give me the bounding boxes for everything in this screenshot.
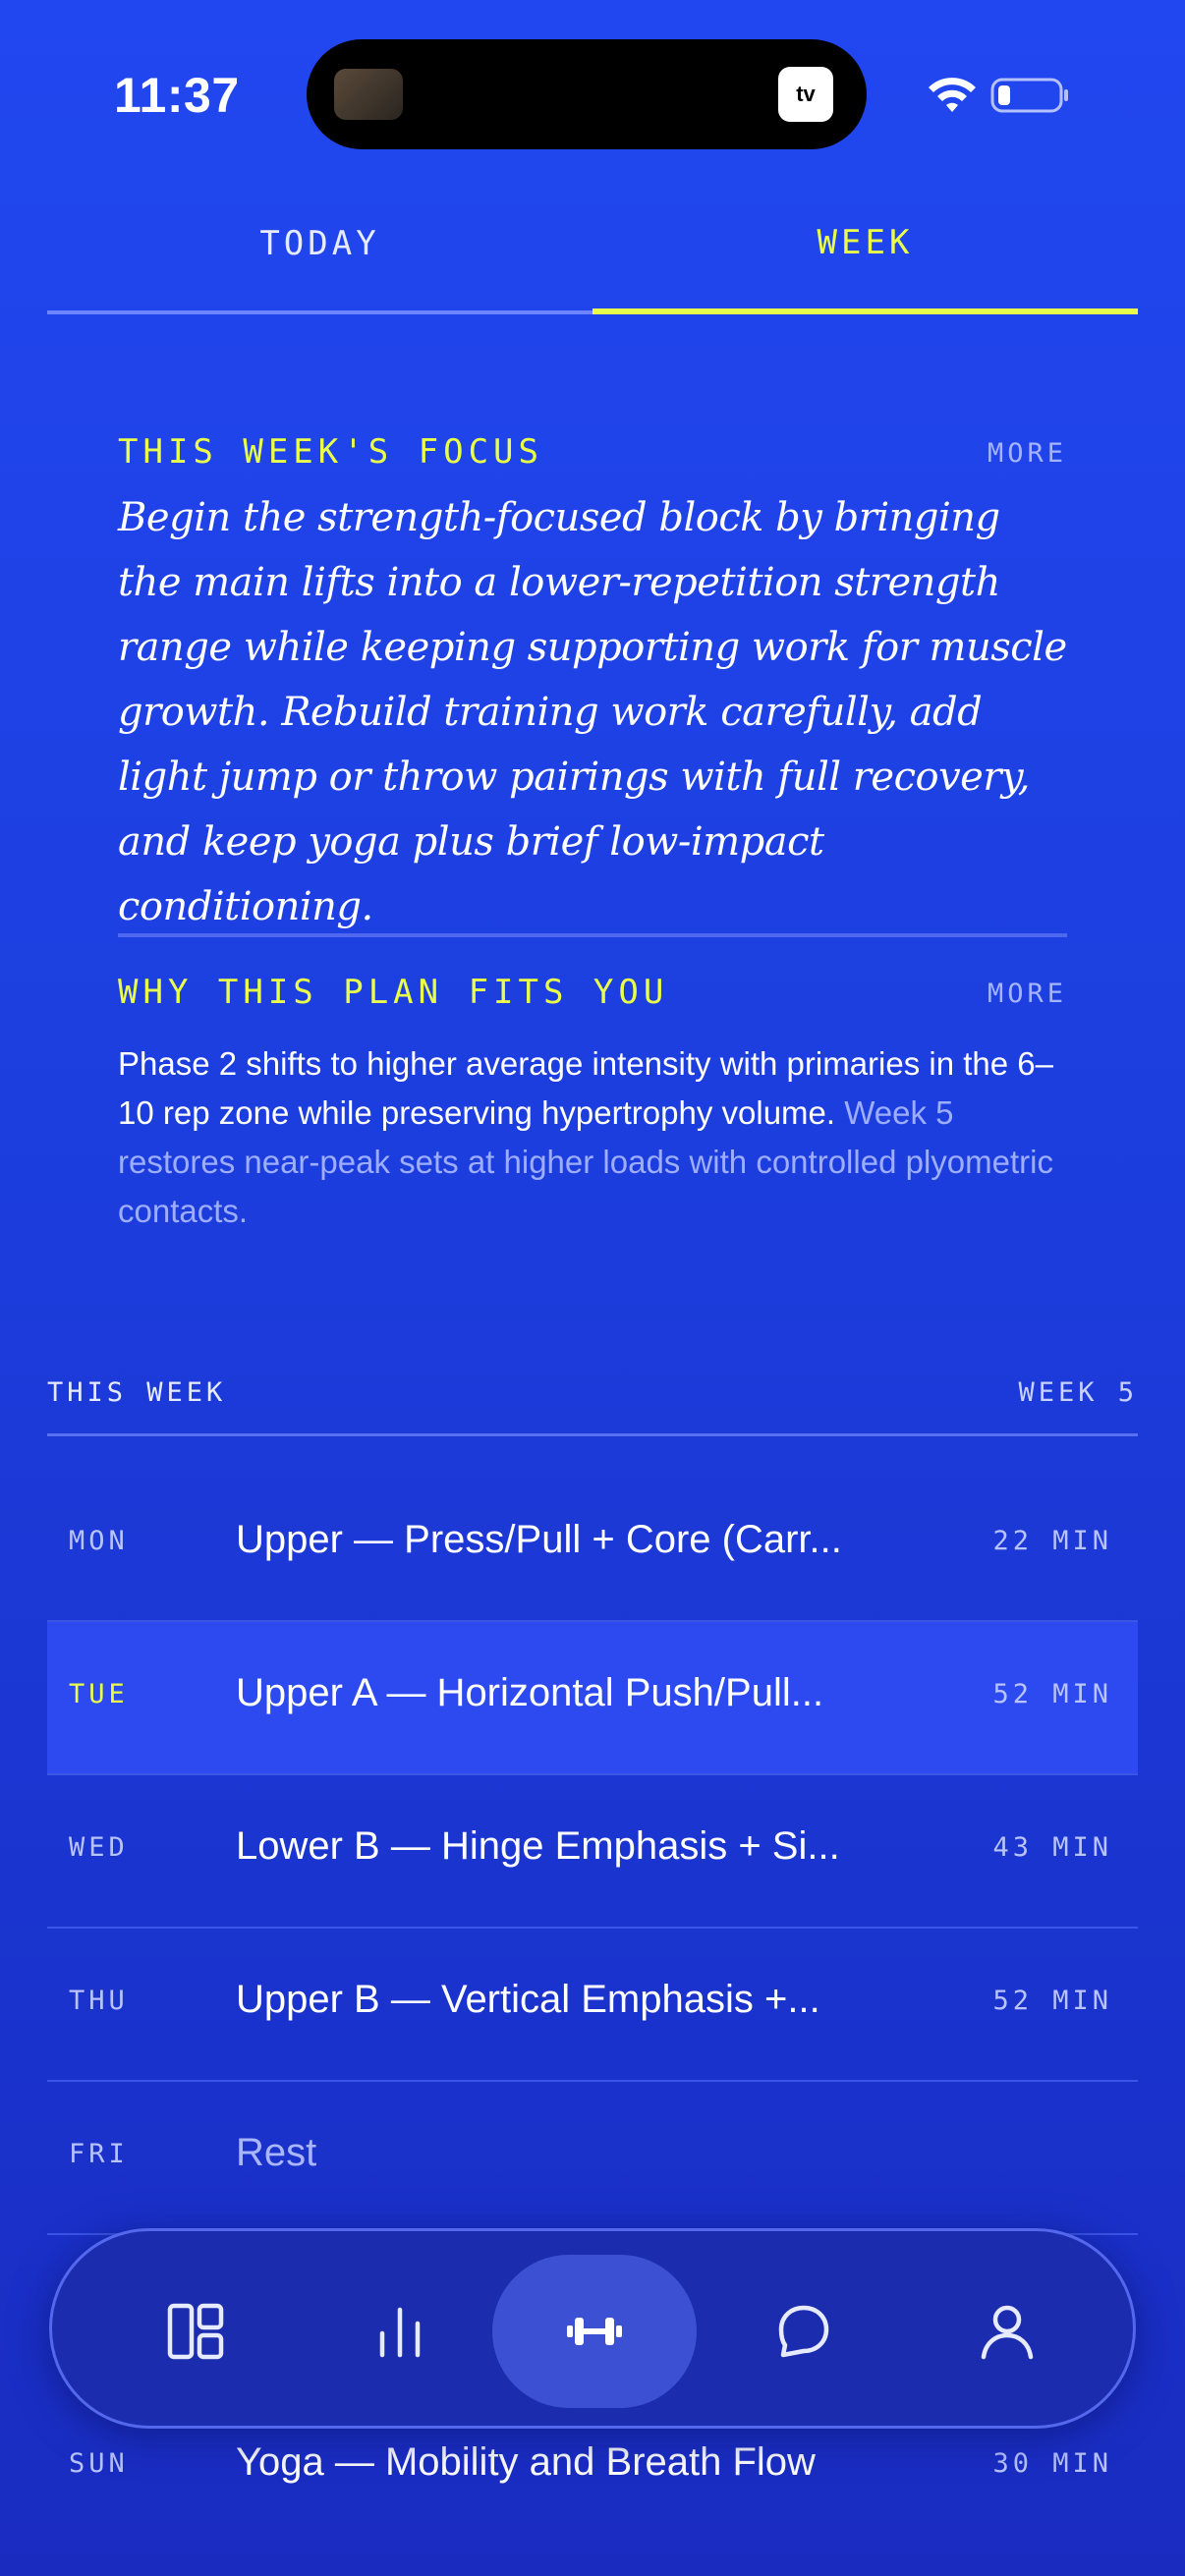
workout-title: Yoga — Mobility and Breath Flow (236, 2440, 816, 2484)
workout-title: Upper A — Horizontal Push/Pull... (236, 1671, 824, 1714)
profile-icon (981, 2305, 1034, 2360)
focus-title: THIS WEEK'S FOCUS (118, 432, 543, 472)
wifi-icon (929, 78, 976, 112)
why-title: WHY THIS PLAN FITS YOU (118, 973, 669, 1012)
apple-tv-label: tv (796, 82, 816, 106)
nav-stats[interactable] (298, 2255, 502, 2408)
workout-duration: 52 MIN (992, 1679, 1112, 1709)
status-bar: 11:37 tv (0, 0, 1185, 157)
tab-today[interactable]: TODAY (47, 206, 592, 314)
day-label: THU (69, 1986, 129, 2016)
nav-workout[interactable] (492, 2255, 697, 2408)
why-header: WHY THIS PLAN FITS YOU MORE (118, 973, 1067, 1022)
day-label: TUE (69, 1679, 129, 1709)
stats-icon (379, 2307, 421, 2358)
now-playing-thumbnail (334, 69, 403, 120)
why-more-link[interactable]: MORE (988, 979, 1067, 1009)
status-time: 11:37 (114, 68, 240, 123)
day-row-fri[interactable]: FRI Rest (47, 2082, 1138, 2235)
focus-body: Begin the strength-focused block by brin… (118, 495, 1067, 929)
battery-icon (990, 78, 1068, 113)
day-label: WED (69, 1832, 129, 1863)
segmented-tabs: TODAY WEEK (47, 206, 1138, 314)
workout-title: Upper — Press/Pull + Core (Carr... (236, 1518, 842, 1561)
workout-duration: 30 MIN (992, 2448, 1112, 2479)
nav-profile[interactable] (905, 2255, 1109, 2408)
dashboard-icon (167, 2303, 224, 2360)
nav-dashboard[interactable] (93, 2255, 298, 2408)
bottom-nav (49, 2228, 1136, 2429)
day-label: SUN (69, 2448, 129, 2479)
focus-header: THIS WEEK'S FOCUS MORE (118, 432, 1067, 481)
dumbbell-icon (567, 2318, 622, 2345)
day-row-thu[interactable]: THU Upper B — Vertical Emphasis +... 52 … (47, 1929, 1138, 2082)
week-header: THIS WEEK WEEK 5 (47, 1370, 1138, 1436)
chat-icon (778, 2305, 829, 2358)
workout-duration: 52 MIN (992, 1986, 1112, 2016)
dynamic-island[interactable]: tv (307, 39, 867, 149)
focus-more-link[interactable]: MORE (988, 438, 1067, 469)
tab-week[interactable]: WEEK (592, 206, 1138, 314)
week-number: WEEK 5 (1018, 1377, 1138, 1408)
day-row-sun[interactable]: SUN Yoga — Mobility and Breath Flow 30 M… (47, 2427, 1138, 2495)
day-row-tue[interactable]: TUE Upper A — Horizontal Push/Pull... 52… (47, 1622, 1138, 1775)
week-label: THIS WEEK (47, 1377, 227, 1408)
why-body: Phase 2 shifts to higher average intensi… (118, 1039, 1067, 1236)
apple-tv-icon: tv (778, 67, 833, 122)
workout-title: Rest (236, 2131, 317, 2174)
section-divider (118, 933, 1067, 937)
workout-duration: 43 MIN (992, 1832, 1112, 1863)
day-label: FRI (69, 2139, 129, 2169)
nav-chat[interactable] (701, 2255, 905, 2408)
workout-duration: 22 MIN (992, 1526, 1112, 1556)
day-label: MON (69, 1526, 129, 1556)
workout-title: Lower B — Hinge Emphasis + Si... (236, 1824, 840, 1868)
day-row-mon[interactable]: MON Upper — Press/Pull + Core (Carr... 2… (47, 1469, 1138, 1622)
day-row-wed[interactable]: WED Lower B — Hinge Emphasis + Si... 43 … (47, 1775, 1138, 1929)
workout-title: Upper B — Vertical Emphasis +... (236, 1978, 820, 2021)
